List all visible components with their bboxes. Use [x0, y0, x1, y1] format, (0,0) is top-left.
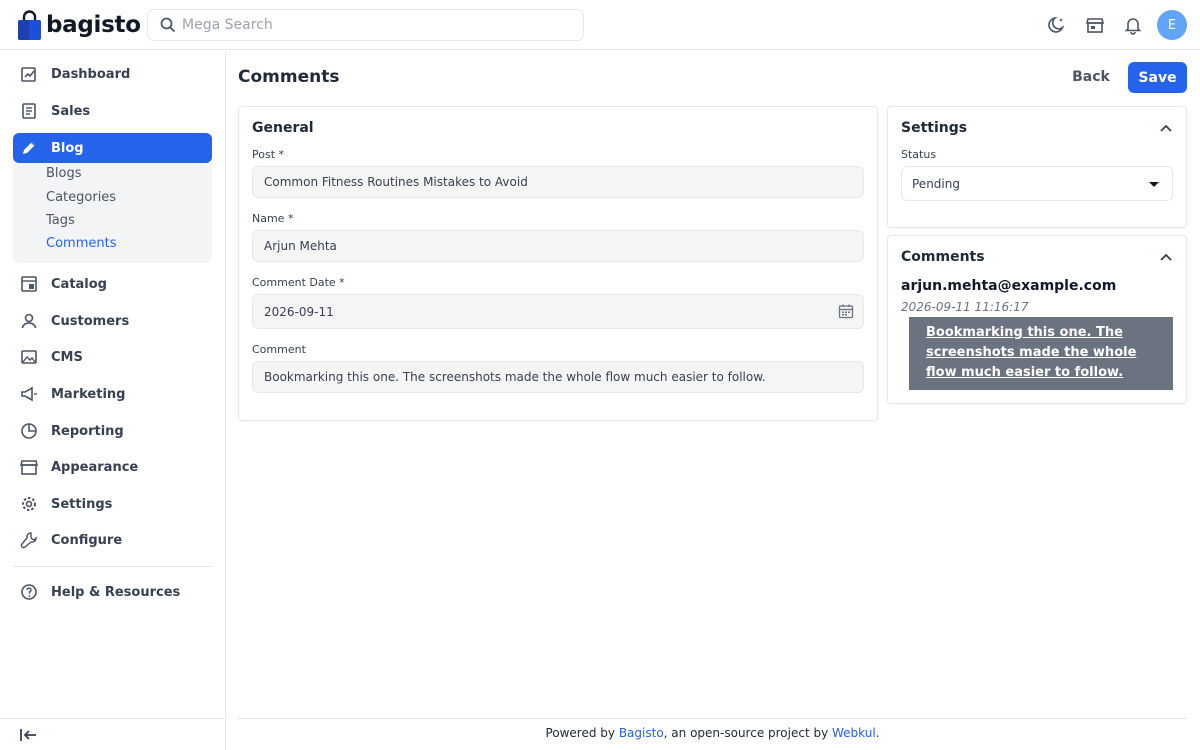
submenu-item-tags[interactable]: Tags [46, 213, 75, 228]
general-title: General [252, 120, 314, 136]
wrench-icon [18, 529, 40, 551]
dashboard-icon [18, 63, 40, 85]
megaphone-icon [18, 383, 40, 405]
sidebar-item-cms[interactable]: CMS [13, 342, 212, 372]
chevron-up-icon[interactable] [1160, 253, 1172, 261]
search-input[interactable] [182, 17, 562, 33]
pencil-icon [18, 137, 40, 159]
moon-icon[interactable] [1046, 14, 1068, 36]
comment-author-email: arjun.mehta@example.com [901, 278, 1117, 294]
brand-name: bagisto [46, 12, 141, 38]
post-label: Post * [252, 148, 285, 161]
submenu-item-categories[interactable]: Categories [46, 190, 116, 205]
sidebar-item-sales[interactable]: Sales [13, 96, 212, 126]
sidebar-bottom-divider [0, 718, 226, 719]
sidebar-item-dashboard[interactable]: Dashboard [13, 59, 212, 89]
collapse-sidebar-icon[interactable] [19, 727, 39, 743]
comment-date-value: 2026-09-11 [264, 304, 334, 319]
footer: Powered by Bagisto, an open-source proje… [238, 726, 1187, 740]
sidebar-divider [13, 566, 212, 567]
sidebar-item-customers[interactable]: Customers [13, 306, 212, 336]
status-value: Pending [912, 176, 960, 191]
sidebar-item-settings[interactable]: Settings [13, 489, 212, 519]
save-button[interactable]: Save [1128, 62, 1187, 93]
comment-value: Bookmarking this one. The screenshots ma… [264, 370, 766, 384]
comment-label: Comment [252, 343, 306, 356]
user-icon [18, 310, 40, 332]
comment-field[interactable]: Bookmarking this one. The screenshots ma… [252, 361, 864, 393]
catalog-icon [18, 273, 40, 295]
comments-card: Comments arjun.mehta@example.com 2026-09… [887, 235, 1187, 404]
bell-icon[interactable] [1122, 14, 1144, 36]
submenu-item-blogs[interactable]: Blogs [46, 166, 82, 181]
back-button[interactable]: Back [1063, 63, 1119, 91]
shopping-bag-icon [18, 9, 41, 40]
brand-logo[interactable]: bagisto [17, 8, 141, 42]
image-icon [18, 346, 40, 368]
caret-down-icon [1149, 182, 1159, 187]
avatar[interactable]: E [1157, 10, 1187, 40]
page-title: Comments [238, 67, 340, 87]
status-select[interactable]: Pending [901, 166, 1173, 201]
comment-timestamp: 2026-09-11 11:16:17 [901, 300, 1029, 314]
name-label: Name * [252, 212, 294, 225]
chevron-up-icon[interactable] [1160, 124, 1172, 132]
calendar-icon[interactable] [838, 303, 854, 319]
post-field[interactable]: Common Fitness Routines Mistakes to Avoi… [252, 166, 864, 198]
mega-search[interactable] [147, 9, 584, 41]
name-field[interactable]: Arjun Mehta [252, 230, 864, 262]
sidebar-item-marketing[interactable]: Marketing [13, 379, 212, 409]
settings-title: Settings [901, 120, 968, 136]
sidebar-item-help[interactable]: Help & Resources [13, 577, 212, 607]
sidebar-item-catalog[interactable]: Catalog [13, 269, 212, 299]
post-value: Common Fitness Routines Mistakes to Avoi… [264, 175, 528, 189]
store-icon [18, 456, 40, 478]
sidebar-item-blog[interactable]: Blog [13, 133, 212, 163]
general-card: General Post * Common Fitness Routines M… [238, 106, 878, 421]
pie-chart-icon [18, 420, 40, 442]
comment-date-label: Comment Date * [252, 276, 345, 289]
comments-title: Comments [901, 249, 985, 265]
sidebar-item-reporting[interactable]: Reporting [13, 416, 212, 446]
sidebar-item-configure[interactable]: Configure [13, 525, 212, 555]
comment-date-field[interactable]: 2026-09-11 [252, 294, 864, 329]
blog-submenu: Blogs Categories Tags Comments [13, 163, 212, 263]
webkul-link[interactable]: Webkul [832, 726, 876, 740]
gear-icon [18, 493, 40, 515]
help-icon [18, 581, 40, 603]
submenu-item-comments[interactable]: Comments [46, 236, 116, 251]
name-value: Arjun Mehta [264, 239, 337, 253]
top-bar: bagisto E [0, 0, 1200, 50]
footer-suffix: . [875, 726, 880, 740]
settings-card: Settings Status Pending [887, 106, 1187, 228]
receipt-icon [18, 100, 40, 122]
status-label: Status [901, 148, 937, 161]
footer-prefix: Powered by [545, 726, 619, 740]
sidebar: Dashboard Sales Blogs Categories Tags Co… [0, 51, 226, 750]
search-icon [160, 17, 176, 33]
sidebar-item-appearance[interactable]: Appearance [13, 452, 212, 482]
footer-middle: , an open-source project by [663, 726, 833, 740]
footer-divider [238, 718, 1187, 719]
comment-bubble[interactable]: Bookmarking this one. The screenshots ma… [909, 317, 1173, 390]
bagisto-link[interactable]: Bagisto [619, 726, 664, 740]
storefront-icon[interactable] [1084, 14, 1106, 36]
